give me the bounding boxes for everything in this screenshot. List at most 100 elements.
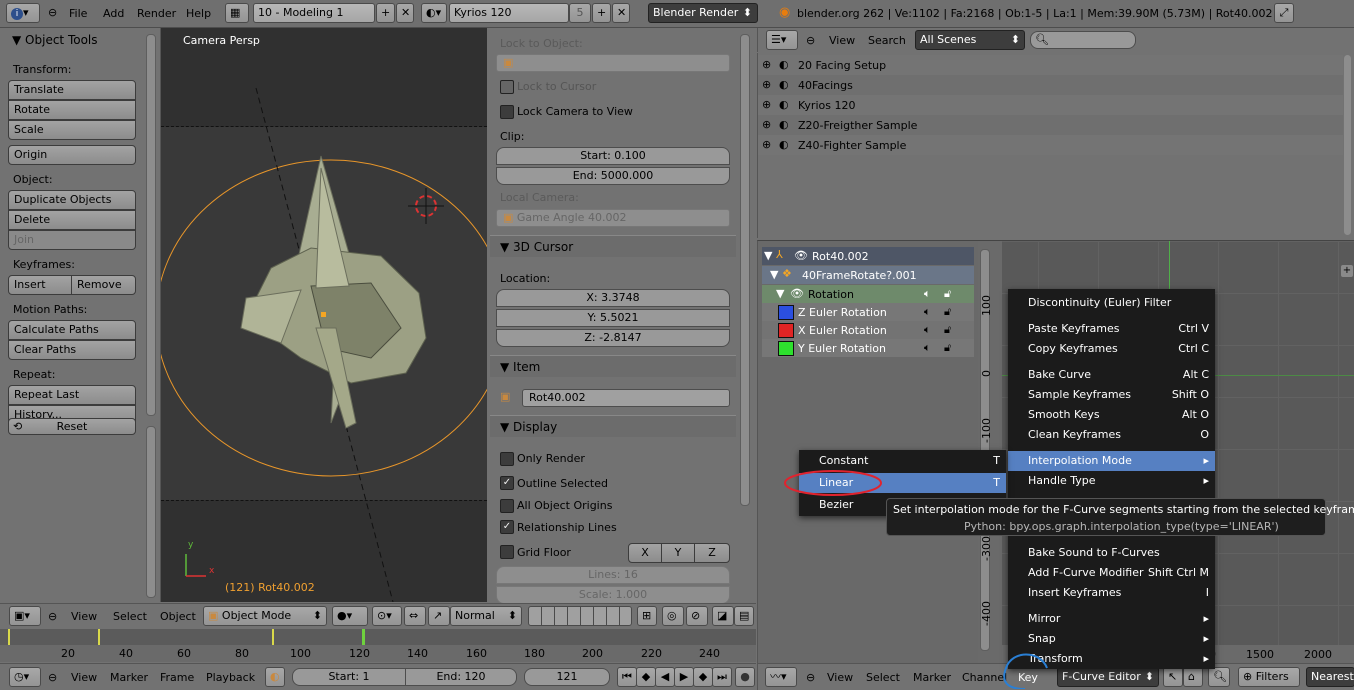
item-name-field[interactable]: Rot40.002: [522, 389, 730, 407]
jump-end-button[interactable]: ⏭: [712, 667, 732, 687]
duplicate-objects-button[interactable]: Duplicate Objects: [8, 190, 136, 210]
menu-add[interactable]: Add: [103, 7, 124, 20]
timeline-menu-playback[interactable]: Playback: [206, 671, 255, 684]
fullscreen-toggle-button[interactable]: ⤢: [1274, 3, 1294, 23]
prev-keyframe-button[interactable]: ◆: [636, 667, 656, 687]
manipulator-translate-toggle[interactable]: ↗: [428, 606, 450, 626]
key-menu-snap[interactable]: Snap ▸: [1008, 629, 1215, 649]
graph-menu-marker[interactable]: Marker: [913, 671, 951, 684]
outliner-row[interactable]: ⊕ ◐ Z40-Fighter Sample: [758, 135, 1343, 155]
properties-region-toggle[interactable]: +: [1341, 265, 1353, 277]
clip-start-field[interactable]: Start: 0.100: [496, 147, 730, 165]
key-menu-discontinuity-filter[interactable]: Discontinuity (Euler) Filter: [1008, 293, 1215, 313]
ghost-curves-toggle[interactable]: ⌂: [1183, 667, 1203, 687]
outliner-editor-type-button[interactable]: ☰▾: [766, 30, 798, 50]
current-frame-field[interactable]: 121: [524, 668, 610, 686]
graph-menu-view[interactable]: View: [827, 671, 853, 684]
repeat-last-button[interactable]: Repeat Last: [8, 385, 136, 405]
expand-icon[interactable]: ⊕: [762, 78, 771, 91]
key-menu-smooth-keys[interactable]: Smooth Keys Alt O: [1008, 405, 1215, 425]
z-curve-color-swatch[interactable]: [778, 305, 794, 320]
collapse-outliner-menu-icon[interactable]: ⊖: [806, 34, 815, 47]
add-layout-button[interactable]: +: [376, 3, 395, 23]
key-menu-clean-keyframes[interactable]: Clean Keyframes O: [1008, 425, 1215, 445]
outliner-row[interactable]: ⊕ ◐ 20 Facing Setup: [758, 55, 1343, 75]
lock-camera-checkbox[interactable]: [500, 105, 514, 119]
outliner-row[interactable]: ⊕ ◐ Kyrios 120: [758, 95, 1343, 115]
collapse-menu-icon[interactable]: ⊖: [48, 6, 57, 19]
play-reverse-button[interactable]: ◀: [655, 667, 675, 687]
expand-arrow-icon[interactable]: ▼: [776, 287, 784, 300]
outline-selected-checkbox[interactable]: ✓: [500, 476, 514, 490]
origin-button[interactable]: Origin: [8, 145, 136, 165]
remove-layout-button[interactable]: ✕: [396, 3, 414, 23]
display-panel-header[interactable]: ▼ Display: [490, 415, 736, 437]
jump-start-button[interactable]: ⏮: [617, 667, 637, 687]
mute-speaker-icon[interactable]: 🔈︎: [924, 323, 931, 337]
collapse-3d-menu-icon[interactable]: ⊖: [48, 610, 57, 623]
timeline-editor-type-button[interactable]: ◷▾: [9, 667, 41, 687]
key-menu-copy-keyframes[interactable]: Copy Keyframes Ctrl C: [1008, 339, 1215, 359]
key-menu-add-fcurve-modifier[interactable]: Add F-Curve Modifier Shift Ctrl M: [1008, 563, 1215, 583]
local-camera-field[interactable]: ▣ Game Angle 40.002: [496, 209, 730, 227]
x-curve-color-swatch[interactable]: [778, 323, 794, 338]
remove-scene-button[interactable]: ✕: [612, 3, 630, 23]
render-engine-select[interactable]: Blender Render ⬍: [648, 3, 758, 23]
key-menu-interpolation-mode[interactable]: Interpolation Mode ▸: [1008, 451, 1215, 471]
3d-menu-view[interactable]: View: [71, 610, 97, 623]
grid-x-toggle[interactable]: X: [628, 543, 662, 563]
lock-object-field[interactable]: ▣: [496, 54, 730, 72]
3d-menu-object[interactable]: Object: [160, 610, 196, 623]
grid-lines-field[interactable]: Lines: 16: [496, 566, 730, 584]
expand-icon[interactable]: ⊕: [762, 98, 771, 111]
grid-scale-field[interactable]: Scale: 1.000: [496, 586, 730, 604]
visibility-eye-icon[interactable]: 👁︎: [790, 287, 804, 300]
key-menu-insert-keyframes[interactable]: Insert Keyframes I: [1008, 583, 1215, 603]
3d-menu-select[interactable]: Select: [113, 610, 147, 623]
expand-icon[interactable]: ⊕: [762, 118, 771, 131]
lock-icon[interactable]: 🔓︎: [944, 305, 951, 319]
interp-linear[interactable]: Linear T: [799, 473, 1006, 493]
grid-floor-checkbox[interactable]: [500, 545, 514, 559]
mute-speaker-icon[interactable]: 🔈︎: [924, 287, 931, 301]
key-menu-bake-sound[interactable]: Bake Sound to F-Curves: [1008, 543, 1215, 563]
auto-snap-select[interactable]: Nearest: [1306, 667, 1354, 687]
rotate-button[interactable]: Rotate: [8, 100, 136, 120]
render-only-button[interactable]: ◎: [662, 606, 684, 626]
next-keyframe-button[interactable]: ◆: [693, 667, 713, 687]
timeline-menu-frame[interactable]: Frame: [160, 671, 194, 684]
start-frame-field[interactable]: Start: 1: [292, 668, 406, 686]
only-selected-toggle[interactable]: ↖: [1163, 667, 1183, 687]
manipulator-toggle[interactable]: ⇔: [404, 606, 426, 626]
layout-icon-button[interactable]: ▦: [225, 3, 249, 23]
filters-button[interactable]: ⊕ Filters: [1238, 667, 1300, 687]
3d-cursor-panel-header[interactable]: ▼ 3D Cursor: [490, 235, 736, 257]
channel-group-row[interactable]: ▼ 👁︎ Rotation 🔈︎ 🔓︎: [762, 285, 974, 303]
channel-z-row[interactable]: Z Euler Rotation 🔈︎ 🔓︎: [762, 303, 974, 321]
join-button[interactable]: Join: [8, 230, 136, 250]
timeline-menu-marker[interactable]: Marker: [110, 671, 148, 684]
preview-range-toggle[interactable]: ◐: [265, 667, 285, 687]
delete-button[interactable]: Delete: [8, 210, 136, 230]
expand-arrow-icon[interactable]: ▼: [770, 268, 778, 281]
outliner-menu-view[interactable]: View: [829, 34, 855, 47]
grid-z-toggle[interactable]: Z: [694, 543, 730, 563]
pivot-select[interactable]: ⊙▾: [372, 606, 402, 626]
opengl-anim-button[interactable]: ▤: [734, 606, 754, 626]
timeline[interactable]: 20 40 60 80 100 120 140 160 180 200 220 …: [0, 629, 756, 662]
info-editor-type-button[interactable]: i ▾: [6, 3, 40, 23]
cursor-y-field[interactable]: Y: 5.5021: [496, 309, 730, 327]
visibility-eye-icon[interactable]: 👁︎: [794, 249, 808, 262]
channel-x-row[interactable]: X Euler Rotation 🔈︎ 🔓︎: [762, 321, 974, 339]
layout-select[interactable]: 10 - Modeling 1: [253, 3, 375, 23]
collapse-timeline-menu-icon[interactable]: ⊖: [48, 671, 57, 684]
grid-y-toggle[interactable]: Y: [661, 543, 695, 563]
record-button[interactable]: ●: [735, 667, 755, 687]
lock-icon[interactable]: 🔓︎: [944, 287, 951, 301]
interp-constant[interactable]: Constant T: [799, 451, 1006, 471]
key-menu-handle-type[interactable]: Handle Type ▸: [1008, 471, 1215, 491]
orientation-select[interactable]: Normal ⬍: [450, 606, 522, 626]
graph-menu-select[interactable]: Select: [866, 671, 900, 684]
expand-arrow-icon[interactable]: ▼: [764, 249, 772, 262]
expand-icon[interactable]: ⊕: [762, 138, 771, 151]
